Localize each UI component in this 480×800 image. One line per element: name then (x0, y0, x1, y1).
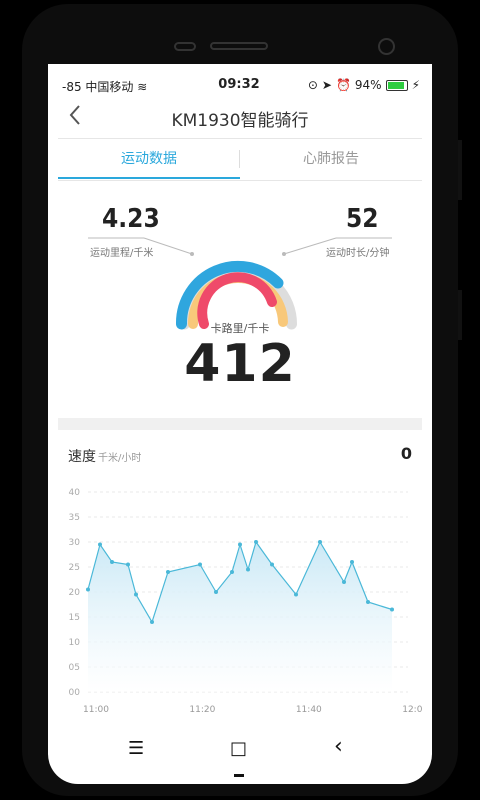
data-point (150, 620, 154, 624)
home-icon: □ (230, 738, 248, 759)
tabs-divider (58, 180, 422, 181)
data-point (366, 600, 370, 604)
speed-chart-card: 速度 千米/小时 0 00 05 10 15 20 25 30 35 40 11:00 11:20 1… (58, 432, 422, 722)
y-tick-label: 10 (69, 638, 81, 648)
title-bar: KM1930智能骑行 (58, 98, 422, 136)
x-tick-label: 11:40 (296, 705, 322, 715)
data-point (134, 592, 138, 597)
earpiece-speaker (210, 42, 268, 50)
data-point (86, 587, 90, 592)
y-tick-label: 20 (69, 588, 81, 598)
charging-icon: ⚡ (411, 78, 420, 92)
section-separator (58, 418, 422, 430)
back-icon: ‹ (334, 734, 343, 759)
tab-exercise-data[interactable]: 运动数据 (58, 140, 240, 178)
distance-label: 运动里程/千米 (90, 248, 154, 259)
data-point (110, 560, 114, 564)
system-nav-bar: ☰ □ ‹ (58, 734, 422, 770)
y-tick-label: 00 (69, 688, 81, 698)
front-camera (378, 38, 395, 55)
data-point (198, 562, 202, 567)
lock-rotation-icon: ⊙ (307, 78, 318, 92)
summary-section: 4.23 运动里程/千米 52 运动时长/分钟 卡路里/千卡 412 (58, 182, 422, 418)
x-tick-label: 11:00 (83, 705, 109, 715)
speed-series-area (88, 542, 392, 692)
tab-cardio-report[interactable]: 心肺报告 (240, 140, 422, 178)
location-icon: ➤ (321, 78, 332, 92)
alarm-icon: ⏰ (335, 78, 351, 92)
power-button (458, 290, 462, 340)
battery-icon (385, 79, 408, 91)
distance-value: 4.23 (102, 204, 160, 234)
speed-chart: 00 05 10 15 20 25 30 35 40 11:00 11:20 11:40 12:00 (69, 488, 422, 715)
calories-value: 412 (184, 334, 296, 394)
data-point (238, 542, 242, 547)
y-tick-label: 40 (69, 488, 81, 498)
x-tick-label: 11:20 (189, 705, 215, 715)
data-point (342, 580, 346, 584)
duration-marker (282, 252, 286, 256)
data-point (254, 540, 258, 544)
status-bar: -85 中国移动 ≋ 09:32 ⊙ ➤ ⏰ 94% ⚡ (58, 76, 420, 96)
menu-button[interactable]: ☰ (128, 738, 144, 759)
y-tick-label: 30 (69, 538, 81, 548)
battery-percent: 94% (354, 78, 382, 92)
data-point (98, 542, 102, 547)
gauge-arc-calories (197, 272, 277, 329)
duration-label: 运动时长/分钟 (326, 248, 390, 259)
data-point (390, 607, 394, 612)
y-tick-label: 35 (69, 513, 80, 523)
menu-icon: ☰ (128, 738, 145, 759)
distance-marker (190, 252, 194, 256)
y-tick-label: 25 (69, 563, 80, 573)
home-indicator (234, 774, 244, 777)
header-divider (58, 138, 422, 139)
tab-bar: 运动数据 心肺报告 (58, 140, 422, 180)
data-point (126, 562, 130, 567)
duration-value: 52 (346, 204, 379, 234)
data-point (214, 590, 218, 594)
proximity-sensor (174, 42, 196, 51)
data-point (318, 540, 322, 544)
page-title: KM1930智能骑行 (171, 111, 309, 131)
data-point (350, 560, 354, 564)
home-button[interactable]: □ (230, 738, 247, 759)
volume-button (458, 140, 462, 200)
data-point (230, 570, 234, 574)
y-tick-label: 15 (69, 613, 80, 623)
y-tick-label: 05 (69, 663, 80, 673)
x-tick-label: 12:00 (402, 705, 422, 715)
back-nav-button[interactable]: ‹ (334, 734, 343, 759)
data-point (246, 567, 250, 572)
data-point (270, 562, 274, 567)
data-point (166, 570, 170, 574)
data-point (294, 592, 298, 597)
status-icons: ⊙ ➤ ⏰ 94% ⚡ (308, 78, 420, 92)
tab-indicator (58, 177, 240, 179)
